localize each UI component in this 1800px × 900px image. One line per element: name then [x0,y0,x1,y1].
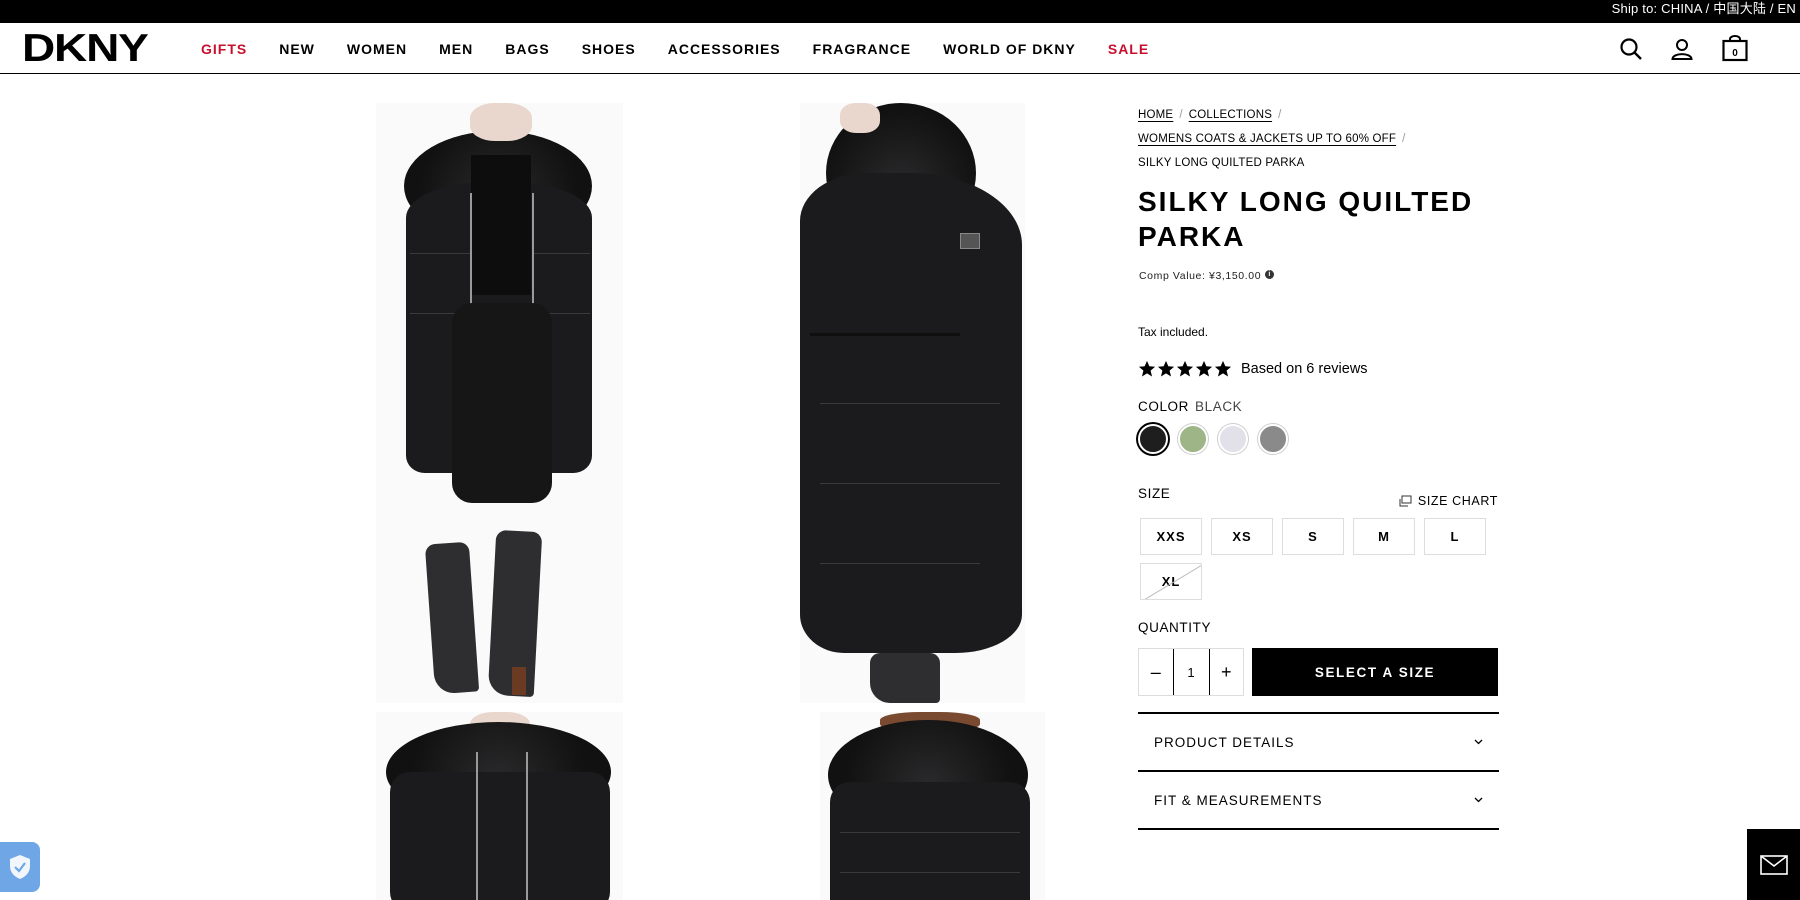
nav-item-sale[interactable]: SALE [1108,41,1149,57]
accordion-fit-measurements-label: FIT & MEASUREMENTS [1154,792,1323,808]
nav-item-accessories[interactable]: ACCESSORIES [668,41,781,57]
quantity-increase-button[interactable]: + [1210,649,1244,695]
cart-count: 0 [1732,48,1738,59]
star-icon [1195,360,1213,377]
select-size-button[interactable]: SELECT A SIZE [1252,648,1498,696]
shield-check-icon [10,855,30,879]
color-swatch-grey[interactable] [1258,424,1288,454]
nav-item-new[interactable]: NEW [279,41,315,57]
nav-item-fragrance[interactable]: FRAGRANCE [813,41,911,57]
tax-note: Tax included. [1138,325,1209,339]
color-value: BLACK [1195,399,1243,414]
accordion-product-details-label: PRODUCT DETAILS [1154,734,1295,750]
product-image-side[interactable] [800,103,1025,703]
size-chart-icon [1399,495,1412,507]
mail-icon [1759,854,1788,875]
accordion-fit-measurements[interactable]: FIT & MEASUREMENTS [1138,770,1499,828]
quantity-stepper: – + [1138,648,1244,696]
accordion-product-details[interactable]: PRODUCT DETAILS [1138,712,1499,770]
comp-value-text: Comp Value: ¥3,150.00 [1139,270,1262,282]
breadcrumb-current: SILKY LONG QUILTED PARKA [1138,157,1305,169]
quantity-decrease-button[interactable]: – [1139,649,1173,695]
nav-item-world-of-dkny[interactable]: WORLD OF DKNY [943,41,1076,57]
size-label: SIZE [1138,486,1171,501]
star-icon [1214,360,1232,377]
chevron-down-icon [1474,739,1483,745]
product-image-back[interactable] [820,712,1045,900]
chevron-down-icon [1474,797,1483,803]
size-chart-label: SIZE CHART [1417,494,1498,508]
ship-to-bar[interactable]: Ship to: CHINA / 中国大陆 / EN [0,0,1800,23]
color-label-text: COLOR [1138,399,1190,414]
breadcrumb-collections[interactable]: COLLECTIONS [1189,109,1272,121]
product-title: SILKY LONG QUILTED PARKA [1138,186,1474,252]
size-option-m[interactable]: M [1353,518,1415,555]
breadcrumb: HOME / COLLECTIONS / WOMENS COATS & JACKETS… [1138,109,1406,169]
cart-icon[interactable]: 0 [1721,34,1749,62]
info-icon[interactable]: i [1265,270,1275,279]
nav-item-men[interactable]: MEN [439,41,473,57]
size-chart-link[interactable]: SIZE CHART [1399,494,1498,508]
quantity-input[interactable] [1172,649,1210,695]
reviews-count[interactable]: Based on 6 reviews [1241,361,1368,377]
dkny-logo[interactable]: DKNY [22,29,149,68]
star-icon [1138,360,1156,377]
size-option-xxs[interactable]: XXS [1140,518,1202,555]
newsletter-button[interactable] [1747,829,1800,900]
product-image-front[interactable] [376,103,623,703]
size-option-xl[interactable]: XL [1140,563,1202,600]
color-swatch-light-lavender[interactable] [1218,424,1248,454]
ship-to-text[interactable]: Ship to: CHINA / 中国大陆 / EN [1612,1,1796,16]
account-icon[interactable] [1669,36,1695,62]
color-swatches [1138,424,1288,454]
color-swatch-black[interactable] [1138,424,1168,454]
accordion-divider [1138,828,1499,830]
nav-item-bags[interactable]: BAGS [505,41,549,57]
star-icon [1157,360,1175,377]
nav-item-gifts[interactable]: GIFTS [201,41,247,57]
nav-item-shoes[interactable]: SHOES [582,41,636,57]
rating[interactable]: Based on 6 reviews [1138,358,1368,380]
size-option-xs[interactable]: XS [1211,518,1273,555]
site-header: DKNY GIFTS NEW WOMEN MEN BAGS SHOES ACCESSORIE… [0,23,1800,74]
main-nav: GIFTS NEW WOMEN MEN BAGS SHOES ACCESSORIES FRAG… [201,23,1181,74]
size-option-s[interactable]: S [1282,518,1344,555]
privacy-badge[interactable] [0,842,40,892]
product-image-closeup[interactable] [376,712,623,900]
nav-item-women[interactable]: WOMEN [347,41,407,57]
star-rating [1138,360,1232,378]
breadcrumb-category[interactable]: WOMENS COATS & JACKETS UP TO 60% OFF [1138,133,1396,145]
star-icon [1176,360,1194,377]
quantity-label: QUANTITY [1138,620,1212,635]
comp-value: Comp Value: ¥3,150.00 i [1139,270,1275,282]
size-option-l[interactable]: L [1424,518,1486,555]
product-gallery [0,74,1120,900]
color-label: COLOR BLACK [1138,399,1242,414]
color-swatch-green[interactable] [1178,424,1208,454]
breadcrumb-home[interactable]: HOME [1138,109,1173,121]
search-icon[interactable] [1618,36,1644,62]
